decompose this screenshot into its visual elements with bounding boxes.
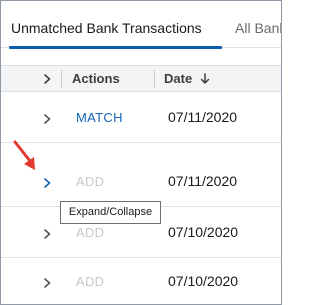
arrow-down-icon: [200, 73, 210, 84]
active-tab-indicator: [9, 46, 222, 49]
column-header-actions[interactable]: Actions: [72, 66, 120, 93]
column-divider: [154, 70, 155, 88]
chevron-right-icon[interactable]: [41, 177, 53, 189]
tab-bar: Unmatched Bank Transactions All Bank: [1, 1, 282, 49]
chevron-right-icon[interactable]: [41, 228, 53, 240]
tab-label: Unmatched Bank Transactions: [11, 20, 202, 36]
table-row: ADD 07/11/2020: [1, 156, 281, 207]
transaction-date: 07/10/2020: [168, 224, 239, 240]
app-frame: Unmatched Bank Transactions All Bank Act…: [0, 0, 282, 305]
table-row: ADD 07/10/2020: [1, 256, 281, 304]
add-button[interactable]: ADD: [76, 156, 104, 207]
table-header: Actions Date: [1, 65, 281, 92]
transaction-date: 07/10/2020: [168, 273, 239, 289]
tab-all-bank[interactable]: All Bank: [235, 1, 282, 48]
chevron-right-icon[interactable]: [41, 277, 53, 289]
expand-all-chevron-icon[interactable]: [41, 73, 53, 85]
match-button[interactable]: MATCH: [76, 92, 123, 143]
red-arrow-icon: [13, 140, 35, 170]
add-button[interactable]: ADD: [76, 256, 104, 304]
expand-collapse-tooltip: Expand/Collapse: [60, 201, 161, 224]
transaction-date: 07/11/2020: [168, 109, 238, 125]
tab-unmatched-bank-transactions[interactable]: Unmatched Bank Transactions: [9, 1, 222, 49]
column-divider: [61, 70, 62, 88]
table-row: MATCH 07/11/2020: [1, 92, 281, 143]
transaction-date: 07/11/2020: [168, 173, 238, 189]
column-header-date[interactable]: Date: [164, 66, 210, 93]
column-header-date-label: Date: [164, 71, 193, 86]
tab-label: All Bank: [235, 20, 282, 36]
chevron-right-icon[interactable]: [41, 113, 53, 125]
